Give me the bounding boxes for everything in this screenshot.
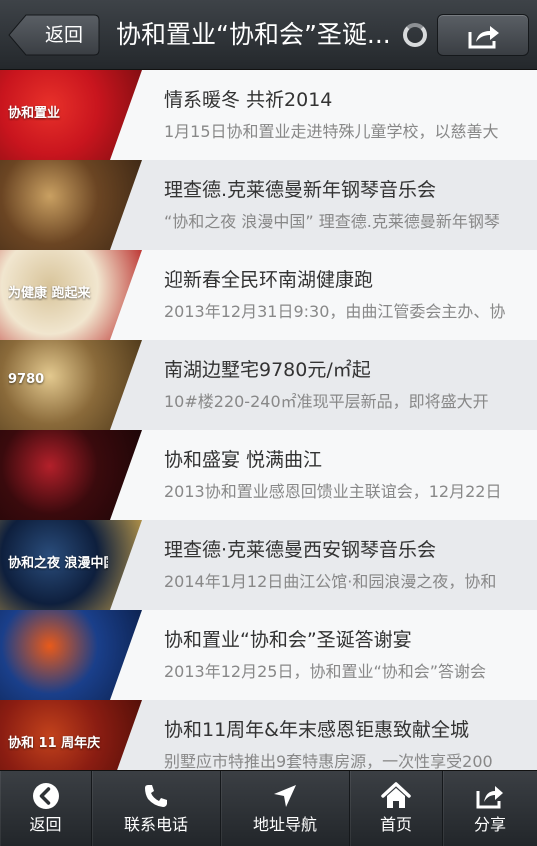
list-item[interactable]: 协和置业 情系暖冬 共祈2014 1月15日协和置业走进特殊儿童学校，以慈善大: [0, 70, 537, 160]
thumbnail-diagonal-mask: [110, 430, 142, 520]
toolbar-share-button[interactable]: 分享: [443, 771, 537, 846]
list-item-description: 2014年1月12日曲江公馆·和园浪漫之夜，协和: [164, 572, 497, 591]
list-item-description: 2013年12月25日，协和置业“协和会”答谢会: [164, 662, 487, 681]
list-item-description: 别墅应市特推出9套特惠房源，一次性享受200: [164, 752, 493, 770]
home-icon: [381, 782, 411, 808]
thumbnail-diagonal-mask: [110, 70, 142, 160]
toolbar-share-label: 分享: [473, 815, 506, 834]
list-item-title: 协和11周年&年末感恩钜惠致献全城: [164, 719, 469, 741]
list-item-title: 情系暖冬 共祈2014: [164, 89, 333, 111]
list-item-thumbnail: [0, 610, 142, 700]
back-button-label: 返回: [44, 24, 83, 46]
news-list: 协和置业 情系暖冬 共祈2014 1月15日协和置业走进特殊儿童学校，以慈善大 理查德…: [0, 70, 537, 770]
thumbnail-diagonal-mask: [110, 340, 142, 430]
list-item[interactable]: 9780 南湖边墅宅9780元/㎡起 10#楼220-240㎡准现平层新品，即将盛大…: [0, 340, 537, 430]
toolbar-phone-label: 联系电话: [123, 815, 188, 834]
list-item[interactable]: 协和 11 周年庆 协和11周年&年末感恩钜惠致献全城别墅应市特推出9套特惠房源，…: [0, 700, 537, 770]
app-header: 返回 协和置业“协和会”圣诞...: [0, 0, 537, 70]
list-item[interactable]: 协和之夜 浪漫中国 理查德·克莱德曼西安钢琴音乐会 2014年1月12日曲江公馆·和…: [0, 520, 537, 610]
list-item-description: 2013协和置业感恩回馈业主联谊会，12月22日: [164, 482, 502, 501]
list-item-thumbnail: 9780: [0, 340, 142, 430]
thumbnail-diagonal-mask: [110, 160, 142, 250]
share-icon: [476, 786, 503, 809]
list-item-thumbnail: 为健康 跑起来: [0, 250, 142, 340]
list-item-thumbnail: [0, 430, 142, 520]
toolbar-phone-button[interactable]: 联系电话: [92, 771, 221, 846]
toolbar-back-label: 返回: [29, 815, 62, 834]
toolbar-navigation-label: 地址导航: [252, 815, 317, 834]
list-item-thumbnail: 协和之夜 浪漫中国: [0, 520, 142, 610]
toolbar-navigation-button[interactable]: 地址导航: [221, 771, 350, 846]
list-item[interactable]: 协和盛宴 悦满曲江 2013协和置业感恩回馈业主联谊会，12月22日: [0, 430, 537, 520]
thumbnail-diagonal-mask: [117, 700, 142, 770]
page-title: 协和置业“协和会”圣诞...: [116, 20, 391, 49]
list-item-thumbnail: 协和 11 周年庆: [0, 700, 142, 770]
share-icon: [468, 26, 499, 49]
toolbar-back-button[interactable]: 返回: [0, 771, 92, 846]
list-item-title: 协和置业“协和会”圣诞答谢宴: [164, 629, 412, 651]
list-item-title: 理查德.克莱德曼新年钢琴音乐会: [164, 179, 437, 201]
loading-spinner-icon: [403, 23, 427, 47]
list-item-title: 理查德·克莱德曼西安钢琴音乐会: [164, 539, 437, 561]
toolbar-home-button[interactable]: 首页: [350, 771, 443, 846]
thumbnail-diagonal-mask: [110, 250, 142, 340]
list-item-title: 迎新春全民环南湖健康跑: [164, 269, 374, 291]
list-item-title: 协和盛宴 悦满曲江: [164, 449, 323, 471]
thumbnail-diagonal-mask: [110, 610, 142, 700]
toolbar-home-label: 首页: [379, 815, 412, 834]
list-item-description: 10#楼220-240㎡准现平层新品，即将盛大开: [164, 392, 489, 411]
header-share-button[interactable]: [437, 14, 529, 56]
list-item-description: “协和之夜 浪漫中国” 理查德.克莱德曼新年钢琴: [164, 212, 500, 231]
list-item[interactable]: 协和置业“协和会”圣诞答谢宴 2013年12月25日，协和置业“协和会”答谢会: [0, 610, 537, 700]
list-item-description: 2013年12月31日9:30，由曲江管委会主办、协: [164, 302, 506, 321]
phone-icon: [145, 785, 167, 807]
navigation-arrow-icon: [274, 785, 296, 807]
list-item[interactable]: 理查德.克莱德曼新年钢琴音乐会 “协和之夜 浪漫中国” 理查德.克莱德曼新年钢琴: [0, 160, 537, 250]
list-item-description: 1月15日协和置业走进特殊儿童学校，以慈善大: [164, 122, 499, 141]
bottom-toolbar: 返回 联系电话 地址导航 首页 分享: [0, 770, 537, 846]
list-item-thumbnail: 协和置业: [0, 70, 142, 160]
list-item-title: 南湖边墅宅9780元/㎡起: [164, 359, 371, 381]
back-button[interactable]: 返回: [8, 14, 100, 56]
thumbnail-diagonal-mask: [110, 520, 142, 610]
list-item[interactable]: 为健康 跑起来 迎新春全民环南湖健康跑 2013年12月31日9:30，由曲江管委会…: [0, 250, 537, 340]
back-circle-icon: [32, 783, 59, 809]
list-item-thumbnail: [0, 160, 142, 250]
